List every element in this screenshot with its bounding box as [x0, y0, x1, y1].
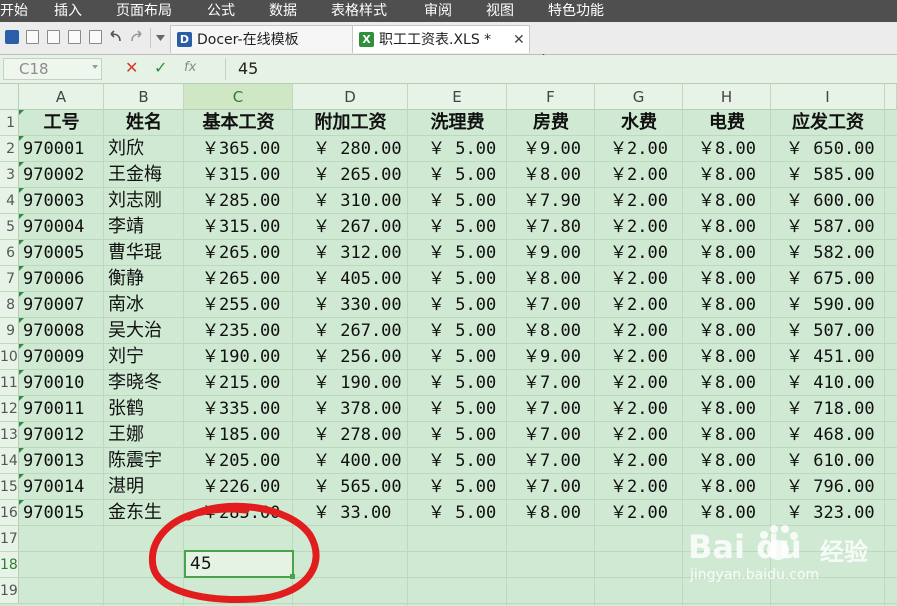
watermark-logo: Bai du — [688, 528, 802, 566]
red-annotation-circle — [148, 502, 320, 603]
watermark-text: 经验 — [820, 538, 868, 566]
watermark-url: jingyan.baidu.com — [690, 567, 820, 583]
